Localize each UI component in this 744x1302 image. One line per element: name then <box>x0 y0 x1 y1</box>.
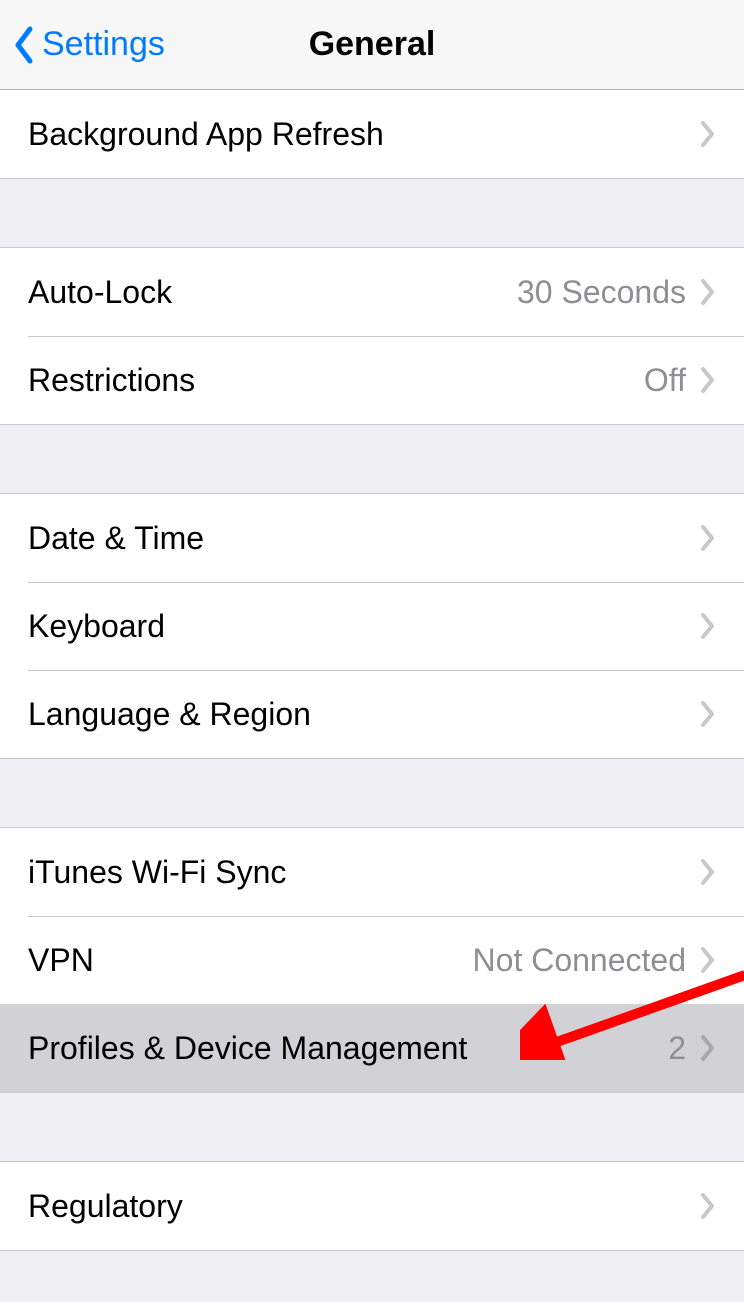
chevron-right-icon <box>700 858 716 886</box>
group-network: iTunes Wi-Fi Sync VPN Not Connected Prof… <box>0 827 744 1093</box>
row-label: Auto-Lock <box>28 274 517 311</box>
row-background-app-refresh[interactable]: Background App Refresh <box>0 90 744 178</box>
chevron-right-icon <box>700 700 716 728</box>
chevron-right-icon <box>700 524 716 552</box>
back-button[interactable]: Settings <box>0 25 165 65</box>
row-auto-lock[interactable]: Auto-Lock 30 Seconds <box>0 248 744 336</box>
chevron-left-icon <box>12 25 36 65</box>
chevron-right-icon <box>700 1034 716 1062</box>
row-label: Keyboard <box>28 608 700 645</box>
row-label: Language & Region <box>28 696 700 733</box>
navbar: Settings General <box>0 0 744 90</box>
row-label: Background App Refresh <box>28 116 700 153</box>
row-label: iTunes Wi-Fi Sync <box>28 854 700 891</box>
row-vpn[interactable]: VPN Not Connected <box>0 916 744 1004</box>
group-regulatory: Regulatory <box>0 1161 744 1251</box>
row-keyboard[interactable]: Keyboard <box>0 582 744 670</box>
row-date-time[interactable]: Date & Time <box>0 494 744 582</box>
row-itunes-wifi-sync[interactable]: iTunes Wi-Fi Sync <box>0 828 744 916</box>
group-general: Date & Time Keyboard Language & Region <box>0 493 744 759</box>
row-value: 30 Seconds <box>517 274 686 311</box>
chevron-right-icon <box>700 366 716 394</box>
row-label: Regulatory <box>28 1188 700 1225</box>
chevron-right-icon <box>700 1192 716 1220</box>
row-language-region[interactable]: Language & Region <box>0 670 744 758</box>
chevron-right-icon <box>700 946 716 974</box>
spacer <box>0 1250 744 1298</box>
group-background: Background App Refresh <box>0 90 744 179</box>
row-label: Profiles & Device Management <box>28 1030 668 1067</box>
spacer <box>0 424 744 494</box>
spacer <box>0 1092 744 1162</box>
chevron-right-icon <box>700 612 716 640</box>
back-label: Settings <box>42 25 165 64</box>
row-label: Restrictions <box>28 362 644 399</box>
row-value: Off <box>644 362 686 399</box>
row-regulatory[interactable]: Regulatory <box>0 1162 744 1250</box>
chevron-right-icon <box>700 278 716 306</box>
chevron-right-icon <box>700 120 716 148</box>
row-label: Date & Time <box>28 520 700 557</box>
content: Background App Refresh Auto-Lock 30 Seco… <box>0 90 744 1302</box>
spacer <box>0 758 744 828</box>
row-value: 2 <box>668 1030 686 1067</box>
row-restrictions[interactable]: Restrictions Off <box>0 336 744 424</box>
group-lock: Auto-Lock 30 Seconds Restrictions Off <box>0 247 744 425</box>
row-profiles-device-management[interactable]: Profiles & Device Management 2 <box>0 1004 744 1092</box>
row-value: Not Connected <box>473 942 686 979</box>
row-label: VPN <box>28 942 473 979</box>
spacer <box>0 178 744 248</box>
